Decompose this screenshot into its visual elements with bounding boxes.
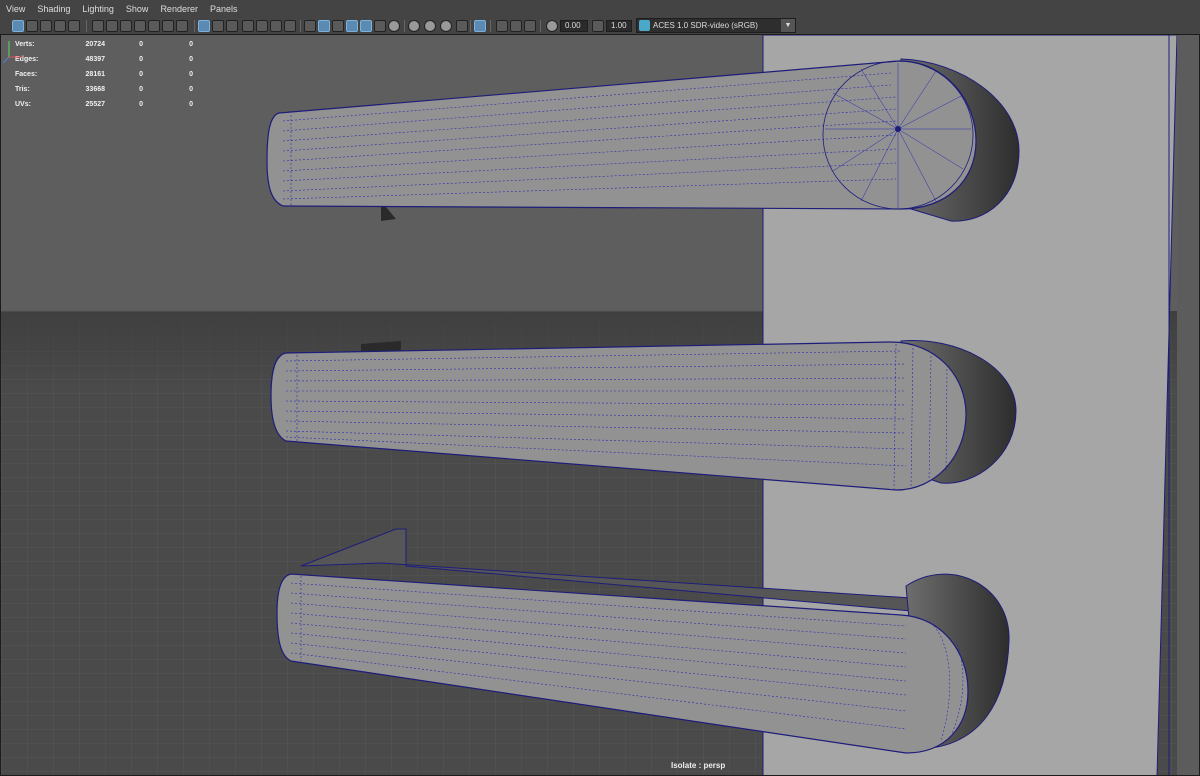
film-gate-toggle-icon[interactable] (226, 20, 238, 32)
pencil-icon[interactable] (176, 20, 188, 32)
hud-value: 0 (189, 86, 193, 93)
toolbar-separator (300, 20, 301, 32)
camera-attr-icon[interactable] (68, 20, 80, 32)
depth-peeling-icon[interactable] (510, 20, 522, 32)
hud-label: UVs: (15, 101, 31, 108)
gate-mask-icon[interactable] (120, 20, 132, 32)
isolate-status-label: Isolate : persp (671, 761, 726, 770)
menu-bar: View Shading Lighting Show Renderer Pane… (0, 0, 1200, 18)
aa-icon[interactable] (524, 20, 536, 32)
hud-row-edges: Edges: 48397 0 0 (15, 52, 193, 67)
default-material-icon[interactable] (332, 20, 344, 32)
hud-value: 0 (139, 101, 143, 108)
lock-camera-icon[interactable] (26, 20, 38, 32)
title-toggle-icon[interactable] (284, 20, 296, 32)
safe-toggle-icon[interactable] (256, 20, 268, 32)
hud-value: 0 (139, 41, 143, 48)
menu-view[interactable]: View (0, 0, 31, 18)
isolate-select-icon[interactable] (474, 20, 486, 32)
hud-value: 0 (189, 101, 193, 108)
chevron-down-icon[interactable]: ▼ (781, 19, 795, 32)
toolbar-separator (404, 20, 405, 32)
ambient-occlusion-icon[interactable] (440, 20, 452, 32)
resolution-gate-icon[interactable] (106, 20, 118, 32)
exposure-icon[interactable] (546, 20, 558, 32)
smoothness-icon[interactable] (496, 20, 508, 32)
hud-icon[interactable] (212, 20, 224, 32)
hud-row-verts: Verts: 20724 0 0 (15, 37, 193, 52)
hud-value: 0 (189, 71, 193, 78)
viewport-persp[interactable]: Verts: 20724 0 0 Edges: 48397 0 0 Faces:… (0, 34, 1200, 776)
hud-row-uvs: UVs: 25527 0 0 (15, 97, 193, 112)
axis-gizmo-icon (2, 41, 23, 64)
image-plane-icon[interactable] (54, 20, 66, 32)
wireframe-icon[interactable] (304, 20, 316, 32)
hud-label: Faces: (15, 71, 38, 78)
hud-value: 0 (189, 41, 193, 48)
wireframe-on-shaded-icon[interactable] (346, 20, 358, 32)
bookmark-icon[interactable] (40, 20, 52, 32)
textured-icon[interactable] (388, 20, 400, 32)
hud-value: 0 (139, 71, 143, 78)
field-chart-icon[interactable] (134, 20, 146, 32)
hud-row-tris: Tris: 33668 0 0 (15, 82, 193, 97)
film-gate-icon[interactable] (92, 20, 104, 32)
viewport-scene (1, 35, 1199, 775)
hud-value: 25527 (85, 101, 105, 108)
color-management-icon[interactable] (639, 20, 650, 31)
select-camera-icon[interactable] (12, 20, 24, 32)
hud-value: 0 (139, 56, 143, 63)
colorspace-dropdown[interactable]: ACES 1.0 SDR-video (sRGB) ▼ (636, 18, 796, 33)
hud-row-faces: Faces: 28161 0 0 (15, 67, 193, 82)
viewport-toolbar: 0.00 1.00 (0, 18, 1200, 35)
toolbar-separator (470, 20, 471, 32)
hud-value: 28161 (85, 71, 105, 78)
resolution-toggle-icon[interactable] (242, 20, 254, 32)
toolbar-separator (540, 20, 541, 32)
hud-value: 0 (139, 86, 143, 93)
far-right-strip (1177, 35, 1199, 775)
hud-value: 33668 (85, 86, 105, 93)
xray-joints-icon[interactable] (374, 20, 386, 32)
field-toggle-icon[interactable] (270, 20, 282, 32)
hud-value: 20724 (85, 41, 105, 48)
lighting-icon[interactable] (408, 20, 420, 32)
motion-blur-icon[interactable] (456, 20, 468, 32)
gamma-field[interactable]: 1.00 (606, 20, 632, 32)
colorspace-label: ACES 1.0 SDR-video (sRGB) (653, 21, 758, 30)
toolbar-separator (86, 20, 87, 32)
toolbar-separator (194, 20, 195, 32)
grid-icon[interactable] (198, 20, 210, 32)
menu-panels[interactable]: Panels (204, 0, 244, 18)
smooth-shade-icon[interactable] (318, 20, 330, 32)
safe-title-icon[interactable] (162, 20, 174, 32)
shadows-icon[interactable] (424, 20, 436, 32)
xray-icon[interactable] (360, 20, 372, 32)
hud-value: 0 (189, 56, 193, 63)
hud-value: 48397 (85, 56, 105, 63)
exposure-field[interactable]: 0.00 (560, 20, 588, 32)
menu-shading[interactable]: Shading (31, 0, 76, 18)
menu-lighting[interactable]: Lighting (76, 0, 120, 18)
hud-label: Tris: (15, 86, 30, 93)
toolbar-separator (490, 20, 491, 32)
gamma-icon[interactable] (592, 20, 604, 32)
menu-show[interactable]: Show (120, 0, 155, 18)
poly-count-hud: Verts: 20724 0 0 Edges: 48397 0 0 Faces:… (15, 37, 193, 112)
menu-renderer[interactable]: Renderer (154, 0, 204, 18)
safe-action-icon[interactable] (148, 20, 160, 32)
